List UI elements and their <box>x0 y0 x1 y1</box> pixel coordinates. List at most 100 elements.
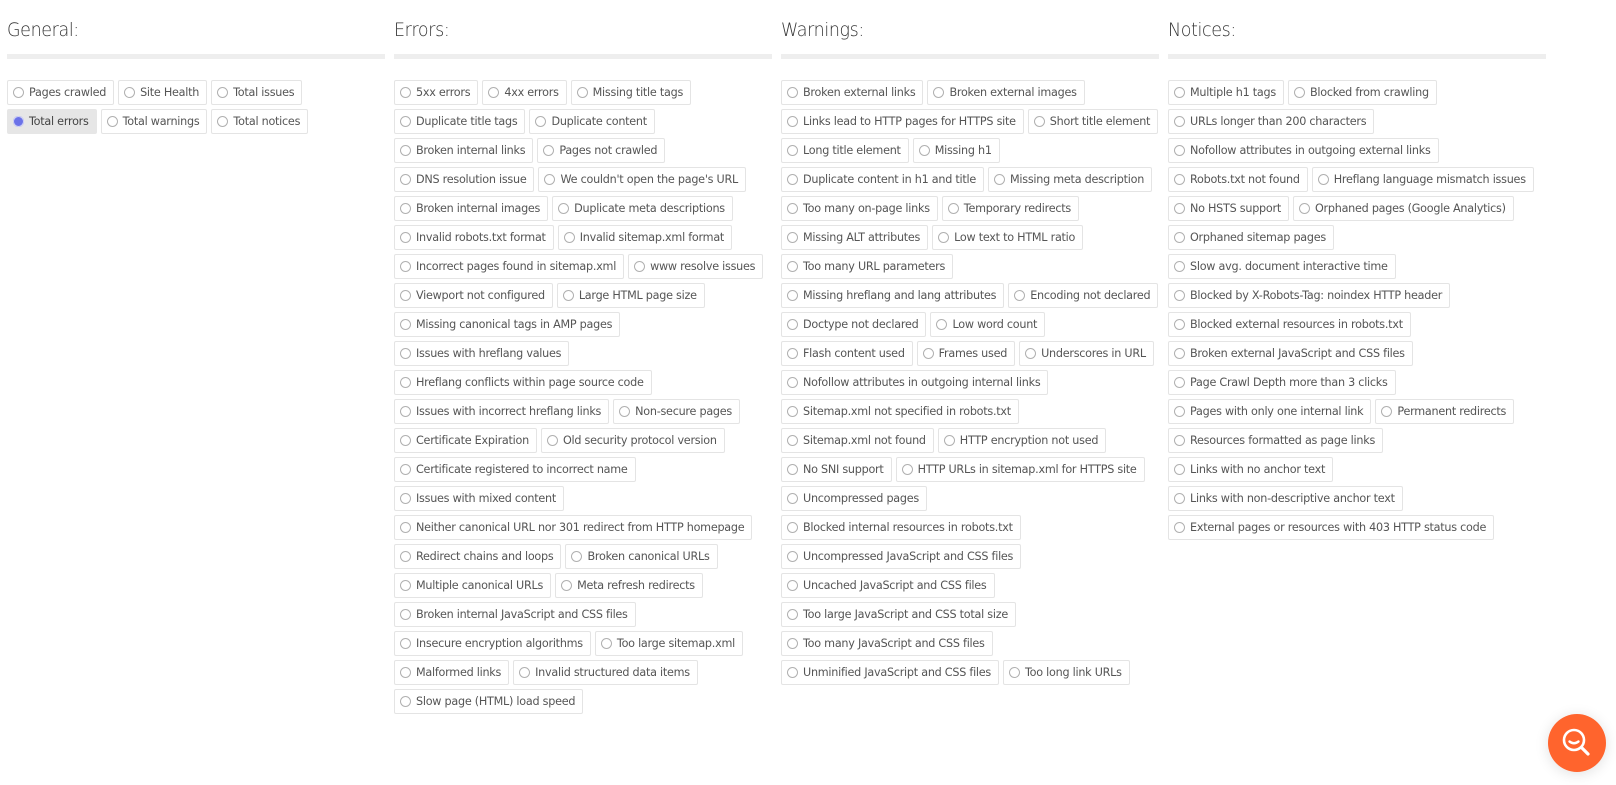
metric-option[interactable]: Missing ALT attributes <box>781 225 929 250</box>
radio-unchecked-icon[interactable] <box>400 348 411 359</box>
radio-unchecked-icon[interactable] <box>1174 203 1185 214</box>
metric-option[interactable]: Pages not crawled <box>537 138 666 163</box>
metric-option[interactable]: Neither canonical URL nor 301 redirect f… <box>394 515 753 540</box>
metric-option[interactable]: Uncached JavaScript and CSS files <box>781 573 995 598</box>
metric-option[interactable]: Malformed links <box>394 660 510 685</box>
metric-option[interactable]: Long title element <box>781 138 909 163</box>
radio-unchecked-icon[interactable] <box>400 261 411 272</box>
metric-option[interactable]: Duplicate content <box>529 109 655 134</box>
metric-option[interactable]: Issues with incorrect hreflang links <box>394 399 610 424</box>
radio-unchecked-icon[interactable] <box>400 609 411 620</box>
metric-option[interactable]: Incorrect pages found in sitemap.xml <box>394 254 625 279</box>
radio-unchecked-icon[interactable] <box>400 406 411 417</box>
metric-option[interactable]: Too long link URLs <box>1003 660 1130 685</box>
radio-unchecked-icon[interactable] <box>217 87 229 98</box>
metric-option[interactable]: Invalid sitemap.xml format <box>557 225 733 250</box>
radio-unchecked-icon[interactable] <box>787 609 798 620</box>
metric-option[interactable]: Hreflang conflicts within page source co… <box>394 370 652 395</box>
radio-unchecked-icon[interactable] <box>1174 145 1185 156</box>
search-assistant-button[interactable] <box>1548 714 1606 772</box>
metric-option[interactable]: Too large sitemap.xml <box>594 631 743 656</box>
radio-unchecked-icon[interactable] <box>400 464 411 475</box>
metric-option[interactable]: Total issues <box>211 80 303 105</box>
radio-unchecked-icon[interactable] <box>106 116 118 127</box>
metric-option[interactable]: Broken canonical URLs <box>565 544 718 569</box>
metric-option[interactable]: Total notices <box>211 109 309 134</box>
metric-option[interactable]: Broken internal JavaScript and CSS files <box>394 602 636 627</box>
metric-option[interactable]: 4xx errors <box>482 80 567 105</box>
metric-option[interactable]: Missing meta description <box>988 167 1153 192</box>
radio-unchecked-icon[interactable] <box>562 290 574 301</box>
metric-option[interactable]: Multiple canonical URLs <box>394 573 552 598</box>
metric-option[interactable]: Blocked internal resources in robots.txt <box>781 515 1021 540</box>
metric-option[interactable]: Slow page (HTML) load speed <box>394 689 584 714</box>
radio-unchecked-icon[interactable] <box>943 435 955 446</box>
metric-option[interactable]: Missing canonical tags in AMP pages <box>394 312 621 337</box>
metric-option[interactable]: Unminified JavaScript and CSS files <box>781 660 999 685</box>
radio-unchecked-icon[interactable] <box>787 116 798 127</box>
metric-option[interactable]: Missing hreflang and lang attributes <box>781 283 1005 308</box>
radio-unchecked-icon[interactable] <box>1174 348 1185 359</box>
radio-unchecked-icon[interactable] <box>535 116 547 127</box>
radio-unchecked-icon[interactable] <box>787 406 798 417</box>
metric-option[interactable]: Sitemap.xml not found <box>781 428 934 453</box>
metric-option[interactable]: Orphaned sitemap pages <box>1168 225 1334 250</box>
radio-unchecked-icon[interactable] <box>400 319 411 330</box>
metric-option[interactable]: Nofollow attributes in outgoing internal… <box>781 370 1049 395</box>
radio-unchecked-icon[interactable] <box>600 638 612 649</box>
radio-unchecked-icon[interactable] <box>400 551 411 562</box>
metric-option[interactable]: Large HTML page size <box>556 283 705 308</box>
radio-unchecked-icon[interactable] <box>787 551 798 562</box>
radio-unchecked-icon[interactable] <box>1293 87 1305 98</box>
metric-option[interactable]: Certificate registered to incorrect name <box>394 457 636 482</box>
metric-option[interactable]: Robots.txt not found <box>1168 167 1308 192</box>
radio-unchecked-icon[interactable] <box>1174 87 1185 98</box>
metric-option[interactable]: Redirect chains and loops <box>394 544 562 569</box>
radio-unchecked-icon[interactable] <box>787 261 798 272</box>
metric-option[interactable]: Certificate Expiration <box>394 428 537 453</box>
metric-option[interactable]: Broken internal links <box>394 138 534 163</box>
radio-unchecked-icon[interactable] <box>400 116 411 127</box>
radio-unchecked-icon[interactable] <box>400 667 411 678</box>
radio-unchecked-icon[interactable] <box>124 87 136 98</box>
radio-unchecked-icon[interactable] <box>787 87 798 98</box>
metric-option[interactable]: Broken external images <box>927 80 1085 105</box>
metric-option[interactable]: Issues with mixed content <box>394 486 565 511</box>
radio-checked-icon[interactable] <box>13 116 24 127</box>
metric-option[interactable]: External pages or resources with 403 HTT… <box>1168 515 1495 540</box>
radio-unchecked-icon[interactable] <box>563 232 575 243</box>
radio-unchecked-icon[interactable] <box>1174 493 1185 504</box>
metric-option[interactable]: Hreflang language mismatch issues <box>1311 167 1534 192</box>
radio-unchecked-icon[interactable] <box>787 232 798 243</box>
metric-option[interactable]: Frames used <box>916 341 1016 366</box>
radio-unchecked-icon[interactable] <box>787 638 798 649</box>
radio-unchecked-icon[interactable] <box>1174 232 1185 243</box>
metric-option[interactable]: Low text to HTML ratio <box>932 225 1084 250</box>
radio-unchecked-icon[interactable] <box>922 348 934 359</box>
radio-unchecked-icon[interactable] <box>787 580 798 591</box>
radio-unchecked-icon[interactable] <box>1025 348 1037 359</box>
metric-option[interactable]: DNS resolution issue <box>394 167 535 192</box>
metric-option[interactable]: Orphaned pages (Google Analytics) <box>1292 196 1514 221</box>
metric-option[interactable]: Too many on-page links <box>781 196 938 221</box>
metric-option[interactable]: Resources formatted as page links <box>1168 428 1384 453</box>
metric-option[interactable]: Site Health <box>118 80 208 105</box>
metric-option[interactable]: Missing title tags <box>570 80 692 105</box>
radio-unchecked-icon[interactable] <box>787 174 798 185</box>
metric-option[interactable]: Meta refresh redirects <box>555 573 703 598</box>
radio-unchecked-icon[interactable] <box>787 667 798 678</box>
metric-option[interactable]: Flash content used <box>781 341 913 366</box>
radio-unchecked-icon[interactable] <box>1174 290 1185 301</box>
radio-unchecked-icon[interactable] <box>619 406 631 417</box>
radio-unchecked-icon[interactable] <box>1009 667 1020 678</box>
radio-unchecked-icon[interactable] <box>558 203 570 214</box>
radio-unchecked-icon[interactable] <box>947 203 959 214</box>
metric-option[interactable]: Blocked external resources in robots.txt <box>1168 312 1411 337</box>
metric-option[interactable]: HTTP URLs in sitemap.xml for HTTPS site <box>895 457 1145 482</box>
radio-unchecked-icon[interactable] <box>787 319 798 330</box>
metric-option[interactable]: Nofollow attributes in outgoing external… <box>1168 138 1439 163</box>
radio-unchecked-icon[interactable] <box>1174 116 1185 127</box>
radio-unchecked-icon[interactable] <box>1317 174 1329 185</box>
radio-unchecked-icon[interactable] <box>1174 377 1185 388</box>
radio-unchecked-icon[interactable] <box>561 580 573 591</box>
